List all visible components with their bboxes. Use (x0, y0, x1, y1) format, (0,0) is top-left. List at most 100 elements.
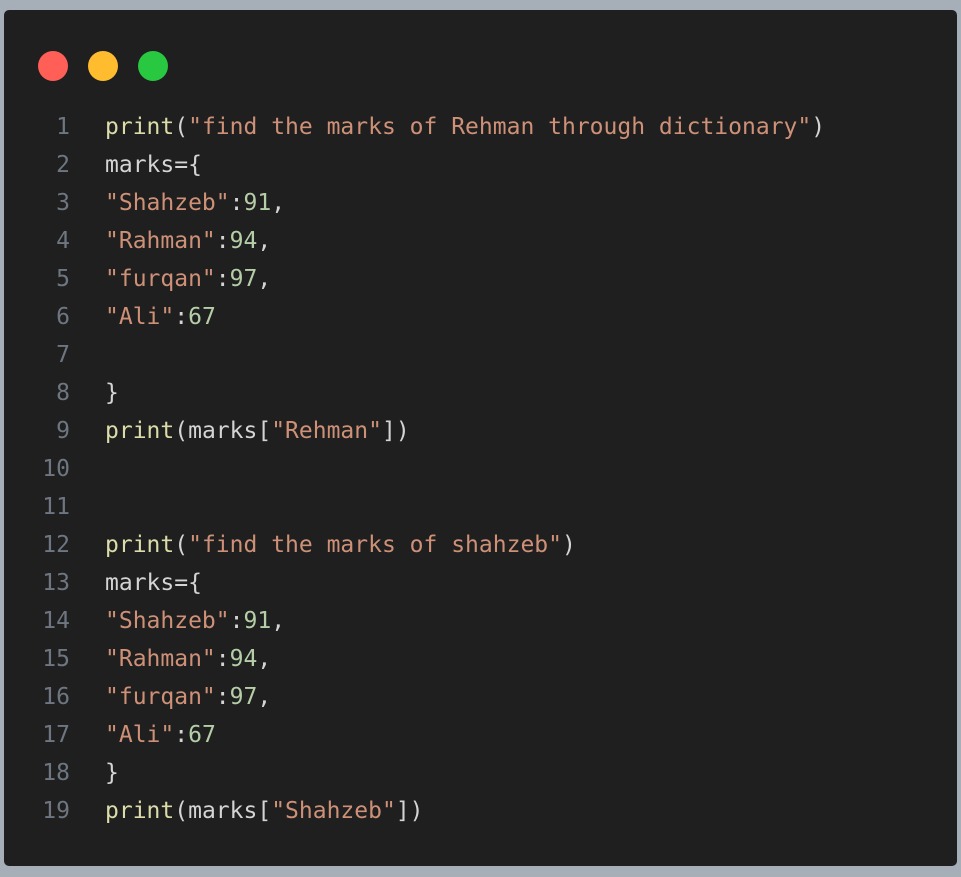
line-content: "Shahzeb":91, (105, 184, 285, 222)
code-token-string: "Ali" (105, 304, 175, 330)
code-token-plain: : (215, 228, 230, 254)
code-token-plain: ]) (381, 418, 410, 444)
code-token-plain: : (215, 646, 230, 672)
code-token-number: 91 (243, 608, 272, 634)
code-line: 19 print(marks["Shahzeb"]) (4, 792, 825, 830)
line-number: 5 (56, 266, 70, 292)
line-number: 14 (42, 608, 70, 634)
code-token-string: "Shahzeb" (105, 608, 230, 634)
code-token-string: "Shahzeb" (271, 798, 396, 824)
line-content: marks={ (105, 146, 202, 184)
code-token-string: "Rahman" (105, 228, 216, 254)
code-window: 1 print("find the marks of Rehman through… (4, 10, 957, 866)
code-token-string: "Ali" (105, 722, 175, 748)
line-number: 16 (42, 684, 70, 710)
code-line: 2 marks={ (4, 146, 825, 184)
code-token-plain: , (271, 190, 286, 216)
line-content: } (105, 754, 119, 792)
code-token-string: "find the marks of shahzeb" (188, 532, 562, 558)
code-token-plain: ) (561, 532, 576, 558)
line-content: "furqan":97, (105, 260, 271, 298)
code-token-plain: ]) (395, 798, 424, 824)
code-line: 16 "furqan":97, (4, 678, 825, 716)
close-dot[interactable] (38, 51, 68, 81)
code-token-string: "find the marks of Rehman through dictio… (188, 114, 812, 140)
line-content: "Rahman":94, (105, 640, 271, 678)
code-token-number: 67 (188, 304, 216, 330)
code-line: 11 (4, 488, 825, 526)
code-line: 1 print("find the marks of Rehman through… (4, 108, 825, 146)
code-line: 8} (4, 374, 825, 412)
line-number: 10 (42, 456, 70, 482)
code-line: 13 marks={ (4, 564, 825, 602)
code-token-plain: marks={ (105, 570, 202, 596)
code-line: 5 "furqan":97, (4, 260, 825, 298)
code-token-number: 67 (188, 722, 216, 748)
line-number: 17 (42, 722, 70, 748)
line-number: 4 (56, 228, 70, 254)
code-token-plain: ) (811, 114, 826, 140)
line-content: "Ali":67 (105, 716, 216, 754)
maximize-dot[interactable] (138, 51, 168, 81)
code-token-function: print (105, 532, 175, 558)
code-token-plain: (marks[ (174, 418, 272, 444)
line-content: print("find the marks of Rehman through … (105, 108, 825, 146)
line-number: 13 (42, 570, 70, 596)
code-line: 9 print(marks["Rehman"]) (4, 412, 825, 450)
code-line: 12 print("find the marks of shahzeb") (4, 526, 825, 564)
line-content: "Ali":67 (105, 298, 216, 336)
minimize-dot[interactable] (88, 51, 118, 81)
line-content: print(marks["Rehman"]) (105, 412, 410, 450)
code-token-plain: : (215, 266, 230, 292)
code-token-string: "Rahman" (105, 646, 216, 672)
code-token-plain: : (215, 684, 230, 710)
line-number: 3 (56, 190, 70, 216)
line-number: 12 (42, 532, 70, 558)
code-line: 14 "Shahzeb":91, (4, 602, 825, 640)
code-token-number: 91 (243, 190, 272, 216)
window-controls (38, 51, 188, 81)
line-content: "Shahzeb":91, (105, 602, 285, 640)
code-token-plain: , (257, 646, 272, 672)
code-token-plain: : (229, 190, 244, 216)
code-token-string: "Shahzeb" (105, 190, 230, 216)
code-token-plain: : (174, 304, 189, 330)
code-token-string: "Rehman" (271, 418, 382, 444)
code-token-number: 94 (229, 646, 258, 672)
code-line: 10 (4, 450, 825, 488)
code-token-plain: , (257, 684, 272, 710)
code-block: 1 print("find the marks of Rehman through… (4, 108, 825, 830)
line-number: 1 (56, 114, 70, 140)
code-line: 7 (4, 336, 825, 374)
line-content: marks={ (105, 564, 202, 602)
code-token-plain: marks={ (105, 152, 202, 178)
code-line: 4 "Rahman":94, (4, 222, 825, 260)
code-token-plain: , (271, 608, 286, 634)
line-number: 19 (42, 798, 70, 824)
code-token-plain: ( (174, 532, 189, 558)
code-token-function: print (105, 798, 175, 824)
code-token-plain: , (257, 266, 272, 292)
code-token-plain: } (105, 380, 119, 406)
line-number: 11 (42, 494, 70, 520)
code-token-function: print (105, 418, 175, 444)
code-token-plain: , (257, 228, 272, 254)
line-number: 6 (56, 304, 70, 330)
line-number: 2 (56, 152, 70, 178)
code-token-number: 97 (229, 266, 258, 292)
code-token-plain: : (174, 722, 189, 748)
code-token-string: "furqan" (105, 684, 216, 710)
code-token-plain: } (105, 760, 119, 786)
line-content: print("find the marks of shahzeb") (105, 526, 576, 564)
code-line: 18} (4, 754, 825, 792)
code-token-number: 97 (229, 684, 258, 710)
code-token-string: "furqan" (105, 266, 216, 292)
code-token-function: print (105, 114, 175, 140)
code-token-plain: : (229, 608, 244, 634)
line-number: 7 (56, 342, 70, 368)
code-line: 3 "Shahzeb":91, (4, 184, 825, 222)
line-number: 15 (42, 646, 70, 672)
line-content: print(marks["Shahzeb"]) (105, 792, 424, 830)
line-content: } (105, 374, 119, 412)
code-line: 6 "Ali":67 (4, 298, 825, 336)
